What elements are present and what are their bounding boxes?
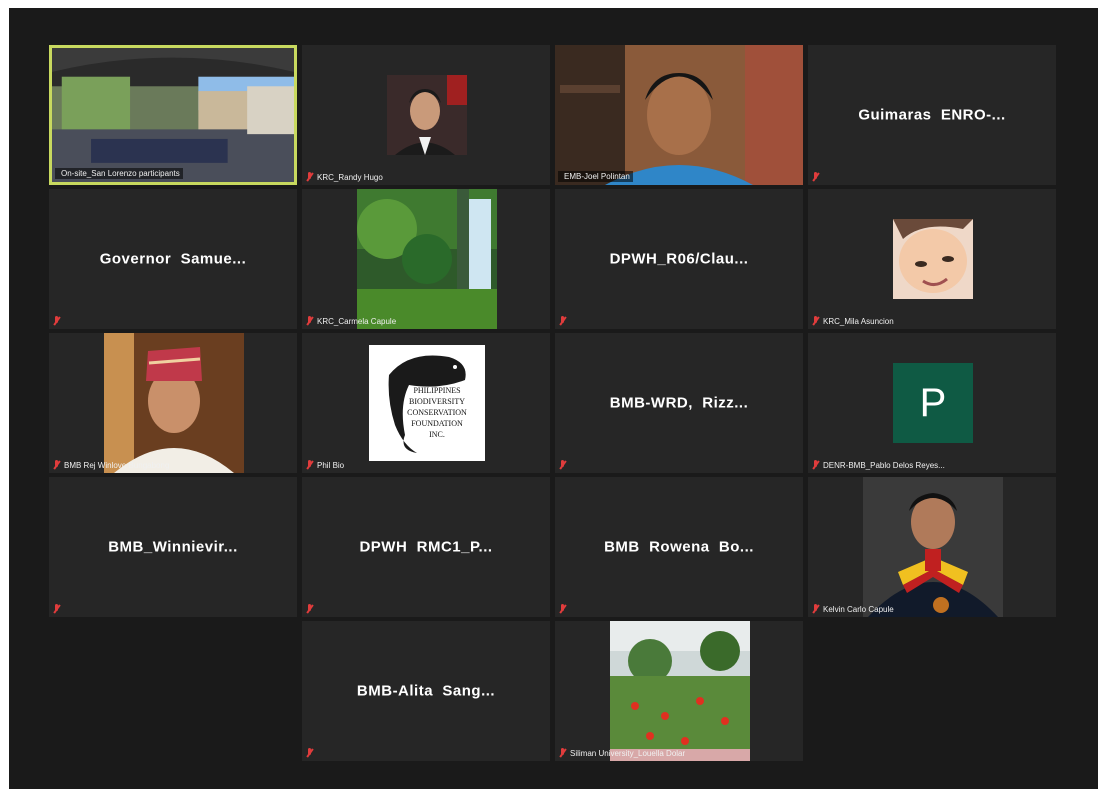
participant-label: Kelvin Carlo Capule bbox=[811, 604, 894, 614]
mic-muted-icon bbox=[305, 316, 314, 326]
participant-tile-pablo[interactable]: P DENR-BMB_Pablo Delos Reyes... bbox=[808, 333, 1056, 473]
participant-name: KRC_Mila Asuncion bbox=[823, 316, 894, 326]
participant-label: EMB-Joel Polintan bbox=[558, 171, 633, 182]
mic-muted-icon bbox=[52, 316, 61, 326]
svg-text:BIODIVERSITY: BIODIVERSITY bbox=[409, 397, 465, 406]
participant-tile-joel[interactable]: EMB-Joel Polintan bbox=[555, 45, 803, 185]
svg-text:INC.: INC. bbox=[429, 430, 445, 439]
participant-label: BMB Rej Winlove Bungabong bbox=[52, 460, 169, 470]
participant-name: DENR-BMB_Pablo Delos Reyes... bbox=[823, 460, 945, 470]
profile-photo bbox=[863, 477, 1003, 617]
profile-photo bbox=[104, 333, 244, 473]
participant-label: On-site_San Lorenzo participants bbox=[55, 168, 183, 179]
avatar-letter: P bbox=[919, 380, 947, 425]
participant-label: KRC_Carmela Capule bbox=[305, 316, 396, 326]
participant-tile-kelvin[interactable]: Kelvin Carlo Capule bbox=[808, 477, 1056, 617]
svg-text:CONSERVATION: CONSERVATION bbox=[407, 408, 467, 417]
participant-display-name: DPWH_R06/Clau... bbox=[609, 250, 749, 268]
participant-display-name: BMB-Alita Sang... bbox=[356, 682, 496, 700]
participant-label bbox=[305, 604, 314, 614]
profile-photo bbox=[387, 75, 467, 155]
participant-label bbox=[305, 748, 314, 758]
profile-photo bbox=[893, 219, 973, 299]
participant-tile-governor[interactable]: Governor Samue... bbox=[49, 189, 297, 329]
participant-name: On-site_San Lorenzo participants bbox=[61, 169, 180, 178]
participant-tile-carmela[interactable]: KRC_Carmela Capule bbox=[302, 189, 550, 329]
participant-tile-louella[interactable]: Siliman University_Louella Dolar bbox=[555, 621, 803, 761]
participant-display-name: DPWH RMC1_P... bbox=[359, 538, 493, 556]
mic-muted-icon bbox=[811, 460, 820, 470]
participant-name: Siliman University_Louella Dolar bbox=[570, 748, 686, 758]
participant-tile-randy[interactable]: KRC_Randy Hugo bbox=[302, 45, 550, 185]
avatar: P bbox=[893, 363, 973, 443]
mic-muted-icon bbox=[305, 460, 314, 470]
mic-muted-icon bbox=[305, 604, 314, 614]
participant-tile-rej[interactable]: BMB Rej Winlove Bungabong bbox=[49, 333, 297, 473]
mic-muted-icon bbox=[558, 316, 567, 326]
mic-muted-icon bbox=[811, 172, 820, 182]
participant-name: EMB-Joel Polintan bbox=[564, 172, 630, 181]
mic-muted-icon bbox=[52, 460, 61, 470]
participant-display-name: BMB_Winnievir... bbox=[108, 538, 238, 556]
svg-text:FOUNDATION: FOUNDATION bbox=[411, 419, 463, 428]
video-feed bbox=[555, 45, 803, 185]
mic-muted-icon bbox=[305, 172, 314, 182]
profile-photo bbox=[610, 621, 750, 761]
participant-label: KRC_Mila Asuncion bbox=[811, 316, 894, 326]
participant-tile-dpwh-rmc1[interactable]: DPWH RMC1_P... bbox=[302, 477, 550, 617]
participant-tile-alita[interactable]: BMB-Alita Sang... bbox=[302, 621, 550, 761]
participant-label bbox=[52, 604, 61, 614]
participant-tile-dpwh-r06[interactable]: DPWH_R06/Clau... bbox=[555, 189, 803, 329]
participant-name: BMB Rej Winlove Bungabong bbox=[64, 460, 170, 470]
participant-label: Siliman University_Louella Dolar bbox=[558, 748, 685, 758]
gallery-view: On-site_San Lorenzo participants KRC_Ran… bbox=[49, 45, 1058, 765]
participant-name: KRC_Carmela Capule bbox=[317, 316, 397, 326]
participant-tile-bmb-wrd[interactable]: BMB-WRD, Rizz... bbox=[555, 333, 803, 473]
participant-display-name: BMB-WRD, Rizz... bbox=[609, 394, 749, 412]
participant-name: Phil Bio bbox=[317, 460, 345, 470]
participant-display-name: Governor Samue... bbox=[99, 250, 247, 268]
participant-tile-rowena[interactable]: BMB Rowena Bo... bbox=[555, 477, 803, 617]
participant-label bbox=[52, 316, 61, 326]
svg-text:PHILIPPINES: PHILIPPINES bbox=[413, 386, 460, 395]
mic-muted-icon bbox=[558, 748, 567, 758]
participant-label bbox=[811, 172, 820, 182]
participant-label bbox=[558, 604, 567, 614]
profile-photo bbox=[357, 189, 497, 329]
mic-muted-icon bbox=[558, 604, 567, 614]
foundation-logo: PHILIPPINES BIODIVERSITY CONSERVATION FO… bbox=[369, 345, 485, 461]
participant-label bbox=[558, 460, 567, 470]
participant-tile-guimaras[interactable]: Guimaras ENRO-... bbox=[808, 45, 1056, 185]
participant-label: KRC_Randy Hugo bbox=[305, 172, 383, 182]
video-feed bbox=[52, 48, 294, 182]
mic-muted-icon bbox=[811, 604, 820, 614]
participant-display-name: BMB Rowena Bo... bbox=[604, 538, 754, 556]
participant-tile-phil-bio[interactable]: PHILIPPINES BIODIVERSITY CONSERVATION FO… bbox=[302, 333, 550, 473]
participant-label: DENR-BMB_Pablo Delos Reyes... bbox=[811, 460, 945, 470]
mic-muted-icon bbox=[305, 748, 314, 758]
participant-tile-winnievir[interactable]: BMB_Winnievir... bbox=[49, 477, 297, 617]
participant-name: KRC_Randy Hugo bbox=[317, 172, 383, 182]
participant-tile-onsite[interactable]: On-site_San Lorenzo participants bbox=[49, 45, 297, 185]
participant-name: Kelvin Carlo Capule bbox=[823, 604, 894, 614]
participant-label: Phil Bio bbox=[305, 460, 344, 470]
mic-muted-icon bbox=[52, 604, 61, 614]
participant-tile-mila[interactable]: KRC_Mila Asuncion bbox=[808, 189, 1056, 329]
zoom-meeting-window: On-site_San Lorenzo participants KRC_Ran… bbox=[9, 8, 1098, 789]
participant-label bbox=[558, 316, 567, 326]
mic-muted-icon bbox=[558, 460, 567, 470]
participant-display-name: Guimaras ENRO-... bbox=[858, 106, 1006, 124]
mic-muted-icon bbox=[811, 316, 820, 326]
